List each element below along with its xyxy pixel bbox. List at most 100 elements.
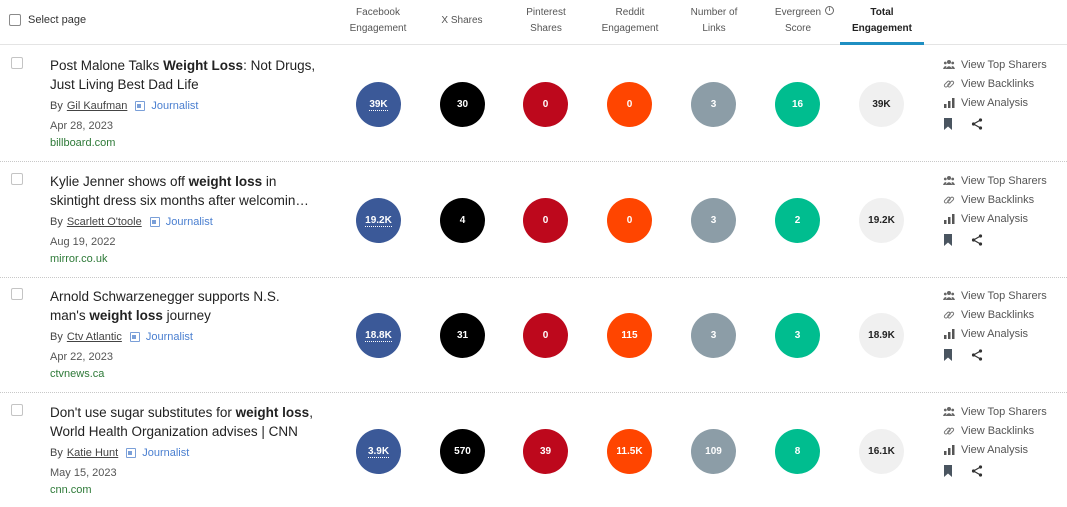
column-header-number-of-links[interactable]: Number of Links <box>674 5 754 37</box>
bookmark-icon[interactable] <box>943 464 957 478</box>
info-icon[interactable]: i <box>825 6 834 15</box>
author-link[interactable]: Scarlett O'toole <box>67 216 142 228</box>
reddit-engagement-badge: 0 <box>607 82 652 127</box>
domain-link[interactable]: cnn.com <box>50 484 92 496</box>
bookmark-icon[interactable] <box>943 117 957 131</box>
article-title[interactable]: Kylie Jenner shows off weight loss in sk… <box>50 172 320 210</box>
journalist-link[interactable]: Journalist <box>149 216 213 228</box>
evergreen-score-value: 2 <box>794 215 801 226</box>
share-icon[interactable] <box>971 233 985 247</box>
share-icon[interactable] <box>971 464 985 478</box>
view-backlinks-link[interactable]: View Backlinks <box>943 190 1047 209</box>
reddit-engagement-badge: 115 <box>607 313 652 358</box>
row-icon-actions <box>943 348 1047 362</box>
pinterest-shares-value: 0 <box>542 215 549 226</box>
evergreen-score-badge: 16 <box>775 82 820 127</box>
reddit-engagement-value: 115 <box>621 330 638 341</box>
reddit-engagement-value: 11.5K <box>616 446 643 457</box>
evergreen-score-badge: 2 <box>775 198 820 243</box>
journalist-icon <box>149 217 160 227</box>
column-header-pinterest-shares[interactable]: Pinterest Shares <box>506 5 586 37</box>
number-of-links-value: 3 <box>710 99 717 110</box>
x-shares-value: 31 <box>456 330 469 341</box>
article-title[interactable]: Don't use sugar substitutes for weight l… <box>50 403 320 441</box>
row-checkbox[interactable] <box>11 288 23 300</box>
journalist-icon <box>129 332 140 342</box>
link-icon <box>943 425 955 437</box>
view-analysis-link[interactable]: View Analysis <box>943 325 1047 344</box>
row-checkbox[interactable] <box>11 173 23 185</box>
journalist-link[interactable]: Journalist <box>126 447 189 459</box>
publish-date: May 15, 2023 <box>50 467 117 479</box>
users-icon <box>943 290 955 302</box>
table-row: Post Malone Talks Weight Loss: Not Drugs… <box>0 46 1067 162</box>
x-shares-badge: 570 <box>440 429 485 474</box>
total-engagement-badge: 19.2K <box>859 198 904 243</box>
journalist-link[interactable]: Journalist <box>135 100 198 112</box>
select-page[interactable]: Select page <box>9 14 86 26</box>
row-checkbox[interactable] <box>11 404 23 416</box>
table-row: Kylie Jenner shows off weight loss in sk… <box>0 162 1067 278</box>
view-top-sharers-link[interactable]: View Top Sharers <box>943 402 1047 421</box>
view-analysis-link[interactable]: View Analysis <box>943 441 1047 460</box>
title-text: Just Living Best Dad Life <box>50 77 199 92</box>
view-top-sharers-link[interactable]: View Top Sharers <box>943 55 1047 74</box>
column-header-x-shares[interactable]: X Shares <box>422 13 502 29</box>
column-header-evergreen-score[interactable]: Evergreen Score i <box>758 5 838 37</box>
column-header-line: Score <box>784 23 812 34</box>
domain-link[interactable]: billboard.com <box>50 137 115 149</box>
bookmark-icon[interactable] <box>943 233 957 247</box>
view-backlinks-link[interactable]: View Backlinks <box>943 305 1047 324</box>
evergreen-score-value: 16 <box>791 99 804 110</box>
title-text: in <box>262 174 277 189</box>
bar-chart-icon <box>943 444 955 456</box>
column-header-total-engagement[interactable]: Total Engagement <box>842 5 922 37</box>
table-row: Arnold Schwarzenegger supports N.S. man'… <box>0 277 1067 393</box>
author-link[interactable]: Katie Hunt <box>67 447 118 459</box>
share-icon[interactable] <box>971 348 985 362</box>
journalist-link[interactable]: Journalist <box>129 331 193 343</box>
row-actions: View Top Sharers View Backlinks View Ana… <box>943 402 1047 478</box>
bookmark-icon[interactable] <box>943 348 957 362</box>
facebook-engagement-badge[interactable]: 3.9K <box>356 429 401 474</box>
column-header-line: Shares <box>530 23 562 34</box>
domain-link[interactable]: mirror.co.uk <box>50 253 107 265</box>
column-header-line: Engagement <box>601 23 659 34</box>
title-text: skintight dress six months after welcomi… <box>50 193 309 208</box>
view-analysis-link[interactable]: View Analysis <box>943 210 1047 229</box>
domain-link[interactable]: ctvnews.ca <box>50 368 104 380</box>
title-text: Kylie Jenner shows off <box>50 174 189 189</box>
view-backlinks-link[interactable]: View Backlinks <box>943 421 1047 440</box>
x-shares-value: 570 <box>454 446 471 457</box>
x-shares-badge: 4 <box>440 198 485 243</box>
table-header: Select page Facebook Engagement X Shares… <box>0 0 1067 45</box>
active-sort-indicator <box>840 42 924 45</box>
column-header-reddit-engagement[interactable]: Reddit Engagement <box>590 5 670 37</box>
by-label: By <box>50 447 63 459</box>
journalist-label: Journalist <box>151 100 199 112</box>
journalist-label: Journalist <box>165 216 213 228</box>
article-title[interactable]: Arnold Schwarzenegger supports N.S. man'… <box>50 287 320 325</box>
select-page-checkbox[interactable] <box>9 14 21 26</box>
article-title[interactable]: Post Malone Talks Weight Loss: Not Drugs… <box>50 56 320 94</box>
view-backlinks-link[interactable]: View Backlinks <box>943 74 1047 93</box>
title-keyword: weight loss <box>188 174 263 189</box>
total-engagement-value: 16.1K <box>868 446 895 457</box>
author-link[interactable]: Ctv Atlantic <box>67 331 122 343</box>
pinterest-shares-value: 39 <box>539 446 552 457</box>
view-top-sharers-link[interactable]: View Top Sharers <box>943 286 1047 305</box>
view-top-sharers-link[interactable]: View Top Sharers <box>943 171 1047 190</box>
author-link[interactable]: Gil Kaufman <box>67 100 128 112</box>
view-analysis-link[interactable]: View Analysis <box>943 94 1047 113</box>
total-engagement-badge: 18.9K <box>859 313 904 358</box>
reddit-engagement-value: 0 <box>626 215 633 226</box>
row-icon-actions <box>943 117 1047 131</box>
facebook-engagement-badge[interactable]: 19.2K <box>356 198 401 243</box>
total-engagement-badge: 39K <box>859 82 904 127</box>
share-icon[interactable] <box>971 117 985 131</box>
facebook-engagement-badge[interactable]: 18.8K <box>356 313 401 358</box>
table-row: Don't use sugar substitutes for weight l… <box>0 393 1067 507</box>
row-checkbox[interactable] <box>11 57 23 69</box>
facebook-engagement-badge[interactable]: 39K <box>356 82 401 127</box>
column-header-facebook-engagement[interactable]: Facebook Engagement <box>338 5 418 37</box>
